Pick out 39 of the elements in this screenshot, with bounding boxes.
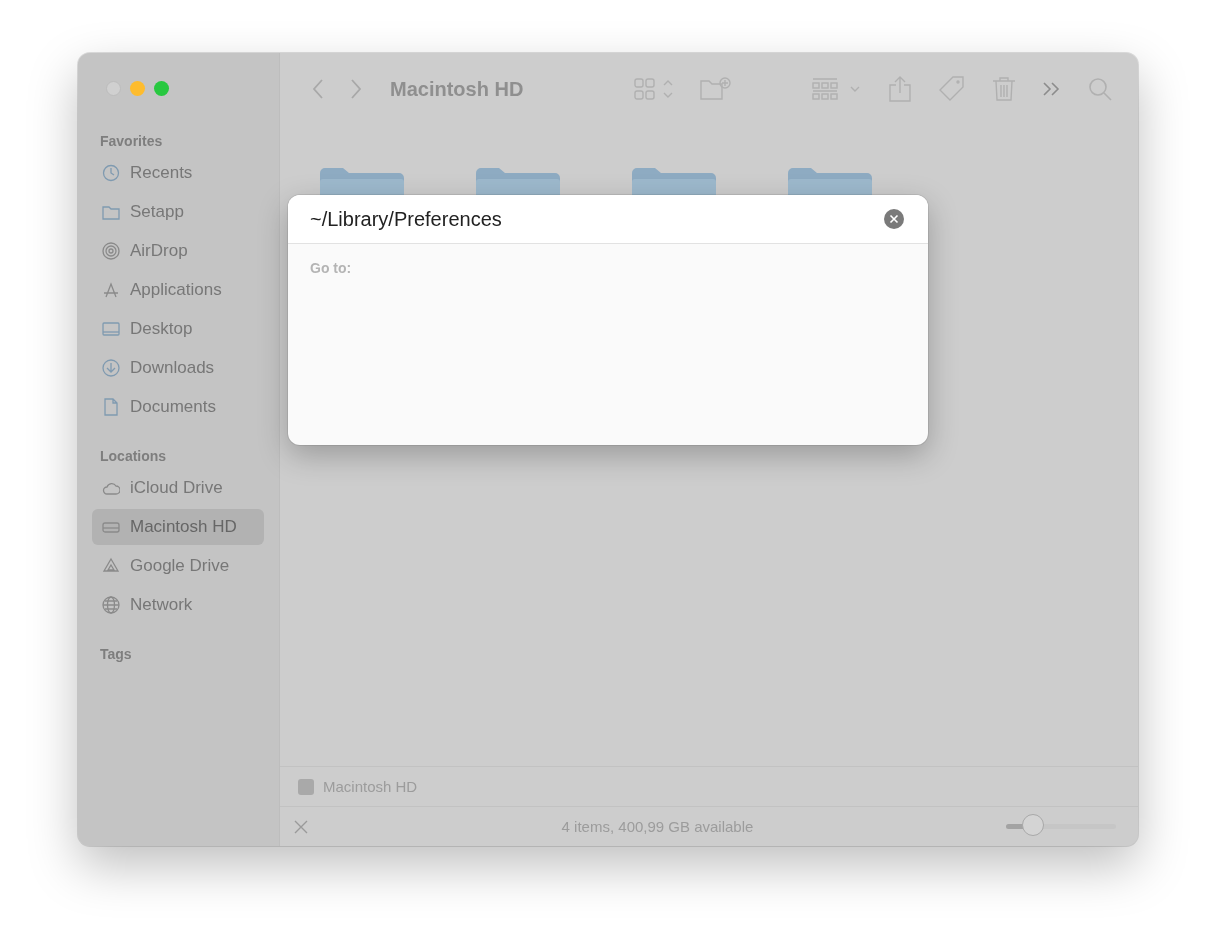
back-icon[interactable] (312, 78, 324, 100)
sidebar-item[interactable]: iCloud Drive (92, 470, 264, 506)
sidebar-toggle-icon[interactable] (293, 818, 309, 835)
sidebar-heading: Favorites (99, 132, 164, 151)
tag-icon[interactable] (938, 75, 966, 103)
sidebar-item[interactable]: Network (92, 587, 264, 623)
search-icon[interactable] (1088, 77, 1112, 101)
window-title: Macintosh HD (390, 77, 524, 101)
download-icon (102, 359, 120, 377)
sidebar-item[interactable]: AirDrop (92, 233, 264, 269)
new-folder-icon[interactable] (700, 77, 732, 101)
go-to-label: Go to: (309, 259, 352, 276)
share-icon[interactable] (888, 75, 912, 103)
group-icon[interactable] (812, 77, 862, 101)
sidebar-item[interactable]: Applications (92, 272, 264, 308)
sidebar-item[interactable]: Desktop (92, 311, 264, 347)
folder-icon (102, 203, 120, 221)
trash-icon[interactable] (992, 76, 1016, 102)
path-input-field[interactable]: ~/Library/Preferences (288, 195, 928, 243)
triangle-icon (102, 557, 120, 575)
sidebar-item[interactable]: Macintosh HD (92, 509, 264, 545)
clock-icon (102, 164, 120, 182)
sidebar-item[interactable]: Recents (92, 155, 264, 191)
desktop-icon (102, 320, 120, 338)
airdrop-icon (102, 242, 120, 260)
forward-icon[interactable] (350, 78, 362, 100)
apps-icon (102, 281, 120, 299)
zoom-button[interactable] (154, 81, 169, 96)
sidebar-item[interactable]: Downloads (92, 350, 264, 386)
clear-icon[interactable] (884, 209, 904, 229)
document-icon (102, 398, 120, 416)
sidebar-heading: Tags (99, 645, 133, 664)
sidebar-heading: Locations (99, 447, 168, 466)
sidebar-item[interactable]: Google Drive (92, 548, 264, 584)
globe-icon (102, 596, 120, 614)
minimize-button[interactable] (130, 81, 145, 96)
icon-view-icon[interactable] (634, 77, 674, 101)
sidebar-item[interactable]: Setapp (92, 194, 264, 230)
sidebar-item[interactable]: Documents (92, 389, 264, 425)
